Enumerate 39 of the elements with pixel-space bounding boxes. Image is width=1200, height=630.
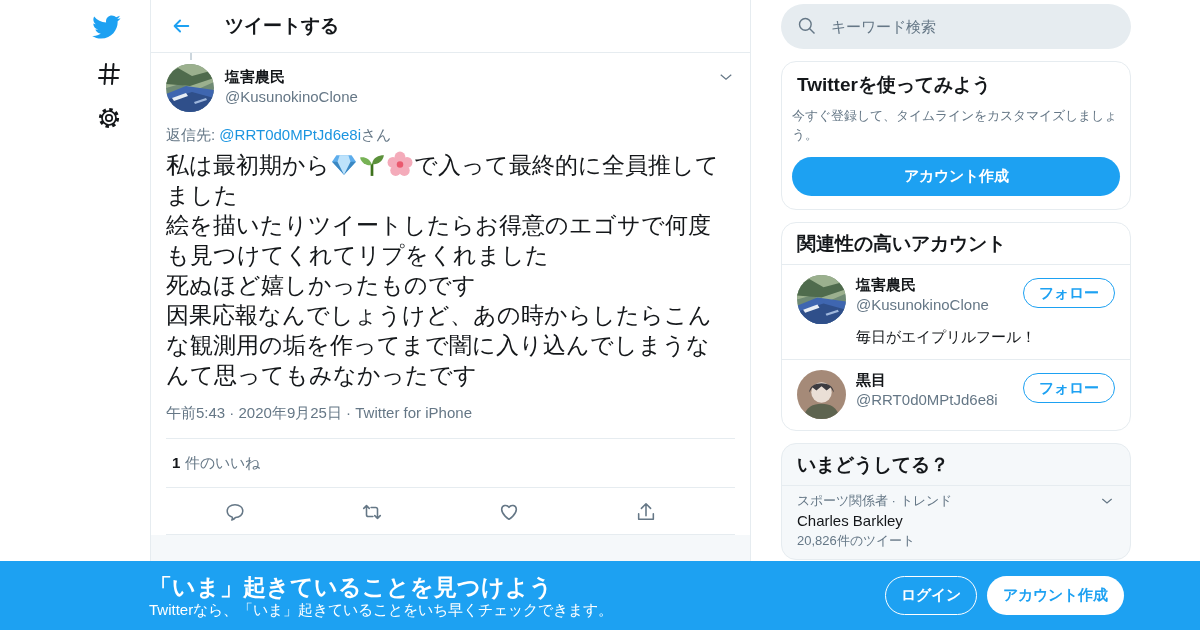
card-title: 関連性の高いアカウント (782, 223, 1130, 265)
mention-link[interactable]: @RRT0d0MPtJd6e8i (219, 126, 362, 143)
user-name[interactable]: 黒目 (856, 370, 1013, 390)
emoji-icon (387, 151, 413, 177)
trend-name[interactable]: Charles Barkley (797, 510, 1115, 532)
user-handle[interactable]: @KusunokinoClone (225, 87, 717, 107)
user-bio: 毎日がエイプリルフール！ (856, 327, 1037, 347)
user-name[interactable]: 塩害農民 (856, 275, 1013, 295)
follow-button[interactable]: フォロー (1023, 278, 1115, 308)
timestamp: 午前5:43 · 2020年9月25日 · Twitter for iPhone (166, 403, 735, 439)
user-handle[interactable]: @RRT0d0MPtJd6e8i (856, 390, 1013, 410)
create-account-button[interactable]: アカウント作成 (987, 576, 1124, 615)
search-icon (797, 16, 817, 36)
likes-label[interactable]: 件のいいね (185, 454, 261, 471)
card-title: いまどうしてる？ (782, 444, 1130, 486)
like-count[interactable]: 1 (172, 454, 181, 471)
follow-button[interactable]: フォロー (1023, 373, 1115, 403)
page-title: ツイートする (225, 14, 339, 38)
avatar (797, 370, 846, 419)
settings-icon[interactable] (97, 106, 121, 130)
user-name[interactable]: 塩害農民 (225, 67, 717, 87)
banner-title: 「いま」起きていることを見つけよう (149, 572, 554, 601)
explore-icon[interactable] (97, 62, 121, 86)
tweet-text: ました (166, 182, 238, 208)
reply-icon[interactable] (223, 501, 246, 523)
trend-context: スポーツ関係者 · トレンド (797, 492, 952, 510)
create-account-button[interactable]: アカウント作成 (792, 157, 1120, 196)
banner-text: Twitterなら、「いま」起きていることをいち早くチェックできます。 (149, 600, 614, 619)
card-text: 今すぐ登録して、タイムラインをカスタマイズしましょう。 (792, 107, 1118, 144)
tweet-text: 因果応報なんでしょうけど、あの時からしたらこんな観測用の垢を作ってまで闇に入り込んでしまうなんて思ってもみなかったです (166, 302, 712, 388)
tweet-text: で入って最終的に全員推して (414, 152, 719, 178)
tweet-text: 絵を描いたりツイートしたらお得意のエゴサで何度も見つけてくれてリプをくれました (166, 212, 711, 268)
search-field[interactable]: キーワード検索 (781, 4, 1131, 49)
user-handle[interactable]: @KusunokinoClone (856, 295, 1013, 315)
tweet-text: 死ぬほど嬉しかったものです (166, 272, 476, 298)
card-title: Twitterを使ってみよう (796, 73, 992, 97)
tweet-text: 私は最初期から (166, 152, 330, 178)
reply-to-text: 返信先: @RRT0d0MPtJd6e8iさん (166, 125, 393, 145)
tweet-count: 20,826件のツイート (797, 533, 916, 549)
